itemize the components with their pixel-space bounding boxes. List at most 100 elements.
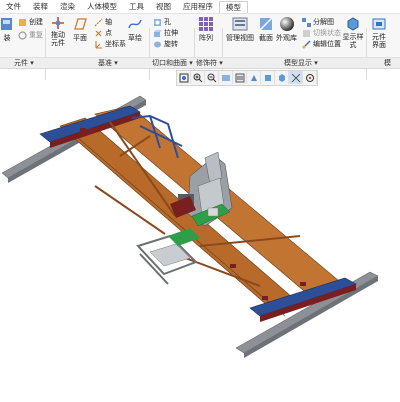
spin-center-icon <box>305 73 314 82</box>
revolve-icon <box>154 41 161 47</box>
zoom-out-button[interactable] <box>205 71 219 84</box>
zoom-in-button[interactable] <box>191 71 205 84</box>
manage-views-label: 管理视图 <box>226 34 254 42</box>
assemble-label: 装 <box>3 34 11 42</box>
manage-views-icon <box>232 17 248 31</box>
revolve-label: 旋转 <box>164 40 178 48</box>
point-icon <box>95 30 102 36</box>
section-label: 截面 <box>259 34 273 42</box>
plane-label: 平面 <box>73 34 87 42</box>
display-style-button[interactable]: 显示样式 <box>342 16 364 49</box>
create-label: 创建 <box>29 18 43 26</box>
group-divider <box>149 28 150 80</box>
named-view-icon <box>264 74 271 81</box>
display-style-cube-icon <box>347 17 359 31</box>
plane-button[interactable]: 平面 <box>72 16 88 43</box>
extrude-icon <box>154 29 162 37</box>
menu-view[interactable]: 视图 <box>150 1 177 12</box>
view-manager-icon <box>235 73 244 82</box>
menu-manikin[interactable]: 人体模型 <box>81 1 123 12</box>
menu-model[interactable]: 模型 <box>219 0 248 13</box>
extrude-label: 拉伸 <box>164 29 178 37</box>
menu-file[interactable]: 文件 <box>0 1 27 12</box>
sketch-label: 草绘 <box>128 34 142 42</box>
hole-icon <box>154 18 161 26</box>
menu-annotate[interactable]: 装释 <box>27 1 54 12</box>
menu-bar: 文件 装释 渲染 人体模型 工具 视图 应用程序 模型 <box>0 0 400 14</box>
datum-display-button[interactable] <box>289 71 303 84</box>
edit-position-button[interactable]: 编辑位置 <box>302 39 341 49</box>
view-manager-button[interactable] <box>233 71 247 84</box>
display-style-toolbar-button[interactable] <box>275 71 289 84</box>
display-style-icon <box>278 73 285 82</box>
zoom-out-icon <box>207 73 216 82</box>
assemble-icon <box>1 18 12 30</box>
lower-platform <box>136 228 200 285</box>
spin-center-button[interactable] <box>303 71 317 84</box>
group-model-truncated[interactable]: 模 <box>384 58 391 68</box>
menu-render[interactable]: 渲染 <box>54 1 81 12</box>
sketch-button[interactable]: 草绘 <box>127 16 143 43</box>
appearance-button[interactable]: 外观库 <box>276 16 297 43</box>
view-toolbar <box>176 70 318 86</box>
edit-position-icon <box>302 40 311 48</box>
repeat-label: 重复 <box>29 31 43 39</box>
pattern-icon <box>199 17 213 31</box>
drag-component-label: 拖动元件 <box>51 31 65 47</box>
manage-views-button[interactable]: 管理视图 <box>226 16 254 43</box>
component-interface-icon <box>372 18 386 30</box>
explode-view-label: 分解图 <box>313 18 334 26</box>
group-datum[interactable]: 基准 ▾ <box>98 58 118 68</box>
group-model-display[interactable]: 模型显示 ▾ <box>284 58 318 68</box>
saved-views-button[interactable] <box>247 71 261 84</box>
refit-button[interactable] <box>177 71 191 84</box>
csys-label: 坐标系 <box>105 40 126 48</box>
axis-label: 轴 <box>105 18 112 26</box>
repeat-button[interactable]: 重复 <box>18 30 43 40</box>
zoom-in-icon <box>193 73 202 82</box>
point-button[interactable]: 点 <box>94 28 112 38</box>
crane-model <box>1 95 379 358</box>
revolve-button[interactable]: 旋转 <box>153 39 178 49</box>
section-button[interactable]: 截面 <box>258 16 274 43</box>
display-style-label: 显示样式 <box>342 33 364 49</box>
repaint-icon <box>221 74 230 81</box>
menu-applications[interactable]: 应用程序 <box>177 1 219 12</box>
toggle-status-button[interactable]: 切换状态 <box>302 28 341 38</box>
pattern-button[interactable]: 阵列 <box>198 16 214 43</box>
graphics-area[interactable] <box>0 86 400 400</box>
toggle-status-icon <box>303 29 310 37</box>
drag-component-icon <box>52 17 64 29</box>
group-cut-surface[interactable]: 切口和曲面 ▾ <box>152 58 193 68</box>
named-view-button[interactable] <box>261 71 275 84</box>
assemble-button[interactable]: 装 <box>0 16 14 43</box>
toggle-status-label: 切换状态 <box>313 29 341 37</box>
hole-button[interactable]: 孔 <box>153 17 171 27</box>
csys-button[interactable]: 坐标系 <box>94 39 126 49</box>
ribbon: 装 创建 重复 拖动元件 平面 轴 点 坐标系 草绘 孔 拉伸 旋转 阵列 管理… <box>0 14 400 80</box>
create-icon <box>19 18 26 26</box>
group-modifiers[interactable]: 修饰符 ▾ <box>196 58 223 68</box>
drag-component-button[interactable]: 拖动元件 <box>48 16 68 47</box>
repaint-button[interactable] <box>219 71 233 84</box>
axis-icon <box>94 18 103 26</box>
appearance-sphere-icon <box>279 17 294 31</box>
sketch-icon <box>128 19 142 29</box>
ribbon-group-bar: 元件 ▾ 基准 ▾ 切口和曲面 ▾ 修饰符 ▾ 模型显示 ▾ 模 <box>0 57 400 69</box>
section-icon <box>259 17 273 31</box>
group-component[interactable]: 元件 ▾ <box>14 58 34 68</box>
extrude-button[interactable]: 拉伸 <box>153 28 178 38</box>
create-button[interactable]: 创建 <box>18 17 43 27</box>
axis-button[interactable]: 轴 <box>94 17 112 27</box>
csys-icon <box>95 40 102 49</box>
explode-view-icon <box>302 17 311 27</box>
menu-tools[interactable]: 工具 <box>123 1 150 12</box>
appearance-label: 外观库 <box>276 34 297 42</box>
saved-views-icon <box>250 74 257 81</box>
component-interface-label: 元件界面 <box>372 33 386 49</box>
plane-icon <box>74 18 87 30</box>
explode-view-button[interactable]: 分解图 <box>302 17 334 27</box>
refit-icon <box>179 73 188 82</box>
group-divider <box>366 28 367 80</box>
component-interface-button[interactable]: 元件界面 <box>370 16 388 49</box>
